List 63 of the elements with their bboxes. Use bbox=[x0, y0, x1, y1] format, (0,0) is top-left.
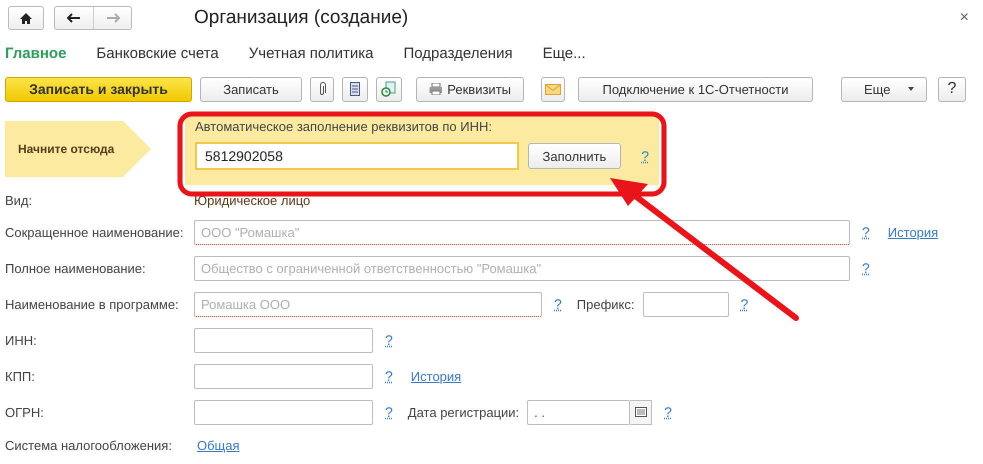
home-icon bbox=[20, 12, 32, 24]
history-link[interactable]: Общая bbox=[197, 438, 240, 452]
field-label: Полное наименование: bbox=[5, 260, 147, 276]
input-field[interactable] bbox=[194, 364, 373, 388]
help-link[interactable]: ? bbox=[664, 404, 672, 420]
date-field[interactable]: . . bbox=[527, 400, 630, 424]
input-field[interactable] bbox=[194, 400, 373, 424]
tab[interactable]: Главное bbox=[5, 44, 66, 62]
field-label: Сокращенное наименование: bbox=[5, 224, 184, 240]
field-label: ОГРН: bbox=[5, 404, 45, 420]
field-label: Префикс: bbox=[576, 296, 635, 312]
field-label: КПП: bbox=[5, 368, 36, 384]
printer-icon bbox=[429, 83, 442, 95]
help-link[interactable]: ? bbox=[385, 332, 393, 348]
close-button[interactable]: × bbox=[960, 9, 969, 27]
tab[interactable]: Учетная политика bbox=[248, 44, 374, 62]
input-field[interactable] bbox=[642, 292, 729, 316]
save-and-close-button[interactable]: Записать и закрыть bbox=[5, 76, 192, 102]
requisites-button[interactable]: Реквизиты bbox=[416, 76, 524, 102]
home-button[interactable] bbox=[8, 6, 44, 30]
caret-icon bbox=[908, 87, 914, 91]
mail-button[interactable] bbox=[541, 76, 565, 102]
help-link[interactable]: ? bbox=[862, 224, 870, 240]
help-button[interactable]: ? bbox=[938, 76, 966, 102]
calendar-icon bbox=[634, 407, 647, 417]
connect-reporting-button[interactable]: Подключение к 1С-Отчетности bbox=[578, 76, 813, 102]
fill-button[interactable]: Заполнить bbox=[528, 143, 622, 169]
calendar-button[interactable] bbox=[630, 400, 652, 424]
help-link[interactable]: ? bbox=[385, 404, 393, 420]
inn-field[interactable]: 5812902058 bbox=[195, 142, 519, 170]
history-link[interactable]: История bbox=[410, 368, 462, 384]
input-field[interactable]: Ромашка ООО bbox=[194, 292, 542, 316]
right-arrow-icon bbox=[106, 13, 120, 23]
tab[interactable]: Банковские счета bbox=[96, 44, 219, 62]
field-value: Юридическое лицо bbox=[194, 192, 310, 208]
field-label: Наименование в программе: bbox=[5, 296, 180, 312]
document-clock-button[interactable] bbox=[376, 76, 402, 102]
help-link[interactable]: ? bbox=[641, 148, 649, 164]
field-label: Вид: bbox=[5, 192, 34, 208]
document-clock-icon bbox=[381, 81, 397, 97]
tab[interactable]: Подразделения bbox=[404, 44, 513, 62]
window-title: Организация (создание) bbox=[194, 7, 408, 29]
paperclip-icon bbox=[318, 82, 326, 96]
envelope-icon bbox=[545, 84, 561, 94]
field-label: ИНН: bbox=[5, 332, 38, 348]
more-button[interactable]: Еще bbox=[841, 76, 927, 102]
left-arrow-icon bbox=[67, 13, 81, 23]
field-label: Система налогообложения: bbox=[5, 438, 173, 452]
list-button[interactable] bbox=[342, 76, 368, 102]
help-link[interactable]: ? bbox=[554, 296, 562, 312]
history-link[interactable]: История bbox=[888, 224, 938, 240]
help-link[interactable]: ? bbox=[385, 368, 393, 384]
input-field[interactable] bbox=[194, 328, 373, 352]
field-label: Дата регистрации: bbox=[408, 404, 520, 420]
autofill-title: Автоматическое заполнение реквизитов по ИНН: bbox=[195, 119, 493, 134]
tab[interactable]: Еще... bbox=[542, 44, 586, 62]
paperclip-button[interactable] bbox=[310, 76, 334, 102]
help-link[interactable]: ? bbox=[740, 296, 748, 312]
save-button[interactable]: Записать bbox=[200, 76, 302, 102]
input-field[interactable]: Общество с ограниченной ответственностью "Ромашка" bbox=[194, 256, 850, 280]
list-icon bbox=[350, 82, 360, 96]
input-field[interactable]: ООО "Ромашка" bbox=[194, 220, 850, 244]
help-link[interactable]: ? bbox=[862, 260, 870, 276]
